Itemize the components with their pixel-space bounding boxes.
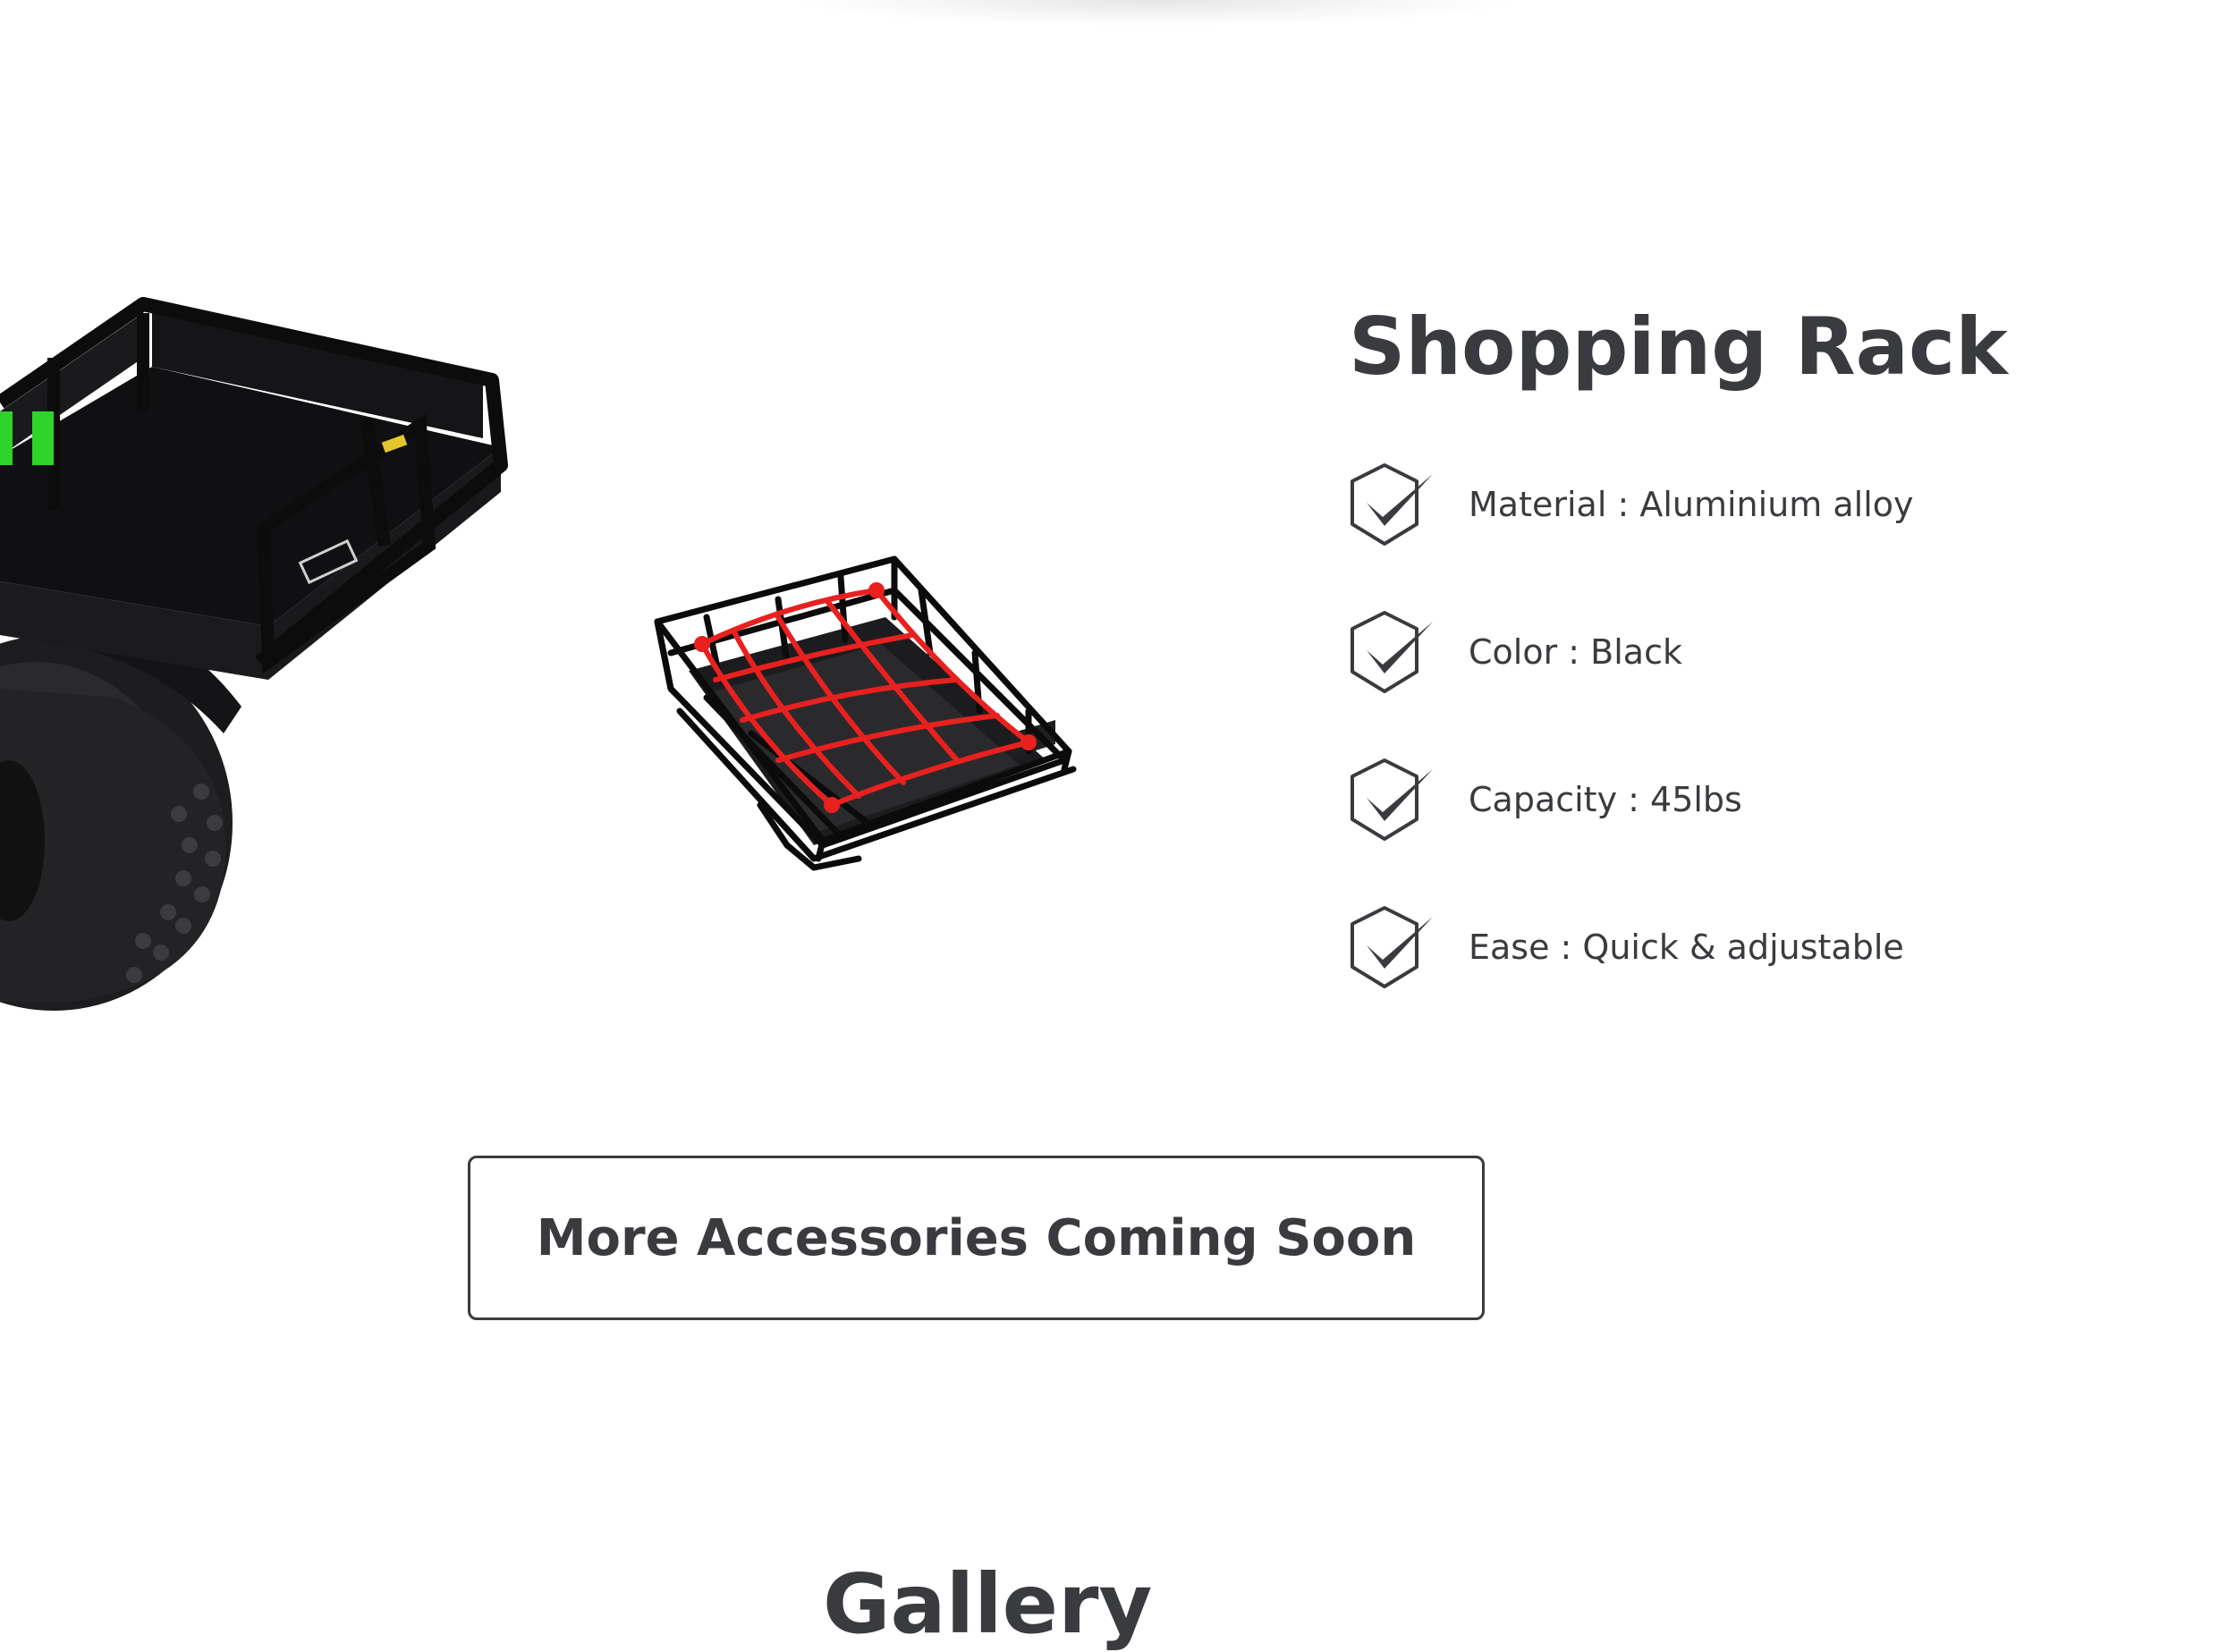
feature-text: Ease : Quick & adjustable xyxy=(1469,928,1904,967)
product-image xyxy=(0,286,1109,1020)
shopping-basket-illustration xyxy=(654,555,1077,871)
feature-item-ease: Ease : Quick & adjustable xyxy=(1347,901,1914,994)
feature-text: Color : Black xyxy=(1469,632,1682,672)
more-accessories-label: More Accessories Coming Soon xyxy=(536,1208,1417,1267)
feature-item-color: Color : Black xyxy=(1347,606,1914,699)
feature-item-material: Material : Aluminium alloy xyxy=(1347,458,1914,551)
feature-list: Material : Aluminium alloy Color : Black… xyxy=(1347,458,1914,1048)
scooter-rack-illustration xyxy=(0,297,508,1011)
feature-item-capacity: Capacity : 45lbs xyxy=(1347,753,1914,846)
more-accessories-button[interactable]: More Accessories Coming Soon xyxy=(468,1156,1485,1320)
feature-text: Material : Aluminium alloy xyxy=(1469,485,1914,524)
check-badge-icon xyxy=(1347,458,1440,551)
product-title: Shopping Rack xyxy=(1349,301,2008,393)
check-badge-icon xyxy=(1347,606,1440,699)
feature-text: Capacity : 45lbs xyxy=(1469,780,1742,819)
top-image-shadow xyxy=(787,0,1520,27)
check-badge-icon xyxy=(1347,753,1440,846)
check-badge-icon xyxy=(1347,901,1440,994)
gallery-heading: Gallery xyxy=(823,1556,1153,1652)
